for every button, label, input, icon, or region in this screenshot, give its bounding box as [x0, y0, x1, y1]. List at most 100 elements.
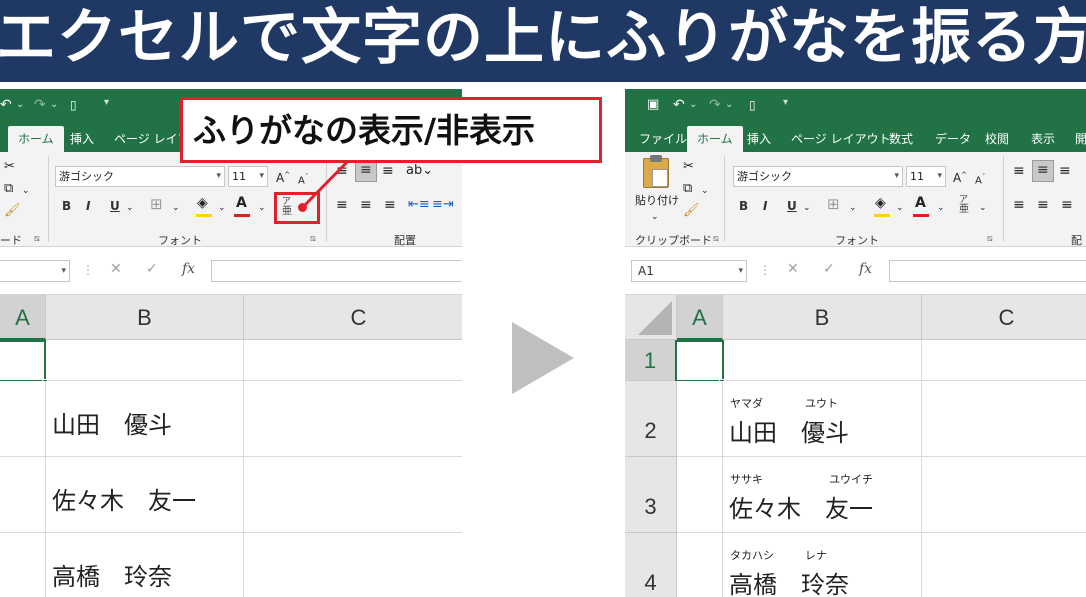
column-header-b[interactable]: B — [46, 295, 244, 340]
increase-indent-icon[interactable]: ≡⇥ — [432, 198, 454, 212]
cell-c3[interactable] — [244, 457, 462, 533]
phonetic-guide-icon[interactable]: ア 亜 — [959, 195, 969, 215]
font-color-icon[interactable]: A — [915, 196, 926, 210]
row-header-3[interactable]: 3 — [625, 457, 677, 533]
align-center-icon[interactable]: ≡ — [1037, 198, 1049, 212]
font-size-select[interactable]: 11 ▾ — [228, 166, 268, 187]
cancel-icon[interactable]: ✕ — [110, 261, 122, 277]
font-color-dropdown-icon[interactable]: ⌄ — [937, 201, 945, 215]
column-header-c[interactable]: C — [922, 295, 1086, 340]
paste-icon[interactable] — [643, 155, 669, 188]
align-bottom-icon[interactable]: ≡ — [1059, 164, 1071, 178]
align-left-icon[interactable]: ≡ — [1013, 198, 1025, 212]
align-top-icon[interactable]: ≡ — [1013, 164, 1025, 178]
border-dropdown-icon[interactable]: ⌄ — [172, 201, 180, 215]
customize-icon[interactable]: ▾ — [783, 97, 788, 108]
save-icon[interactable]: ▣ — [647, 97, 659, 113]
tab-data[interactable]: データ — [925, 128, 981, 152]
font-color-dropdown-icon[interactable]: ⌄ — [258, 201, 266, 215]
format-painter-icon[interactable]: 🖌 — [683, 204, 700, 218]
function-icon[interactable]: fx — [182, 261, 195, 277]
cut-icon[interactable]: ✂ — [4, 160, 15, 174]
underline-dropdown-icon[interactable]: ⌄ — [126, 201, 134, 215]
italic-icon[interactable]: I — [86, 199, 90, 213]
fill-dropdown-icon[interactable]: ⌄ — [896, 201, 904, 215]
underline-dropdown-icon[interactable]: ⌄ — [803, 201, 811, 215]
select-all-button[interactable] — [625, 295, 677, 340]
redo-icon[interactable]: ↷ — [709, 97, 721, 113]
cell-b4[interactable]: タカハシ レナ 高橋 玲奈 — [723, 533, 922, 597]
column-header-c[interactable]: C — [244, 295, 462, 340]
cell-a4[interactable] — [0, 533, 46, 597]
tab-view[interactable]: 表示 — [1021, 128, 1065, 152]
formula-bar[interactable] — [211, 260, 462, 282]
cell-b3[interactable]: 佐々木 友一 — [46, 457, 244, 533]
align-right-icon[interactable]: ≡ — [384, 198, 396, 212]
cell-c4[interactable] — [244, 533, 462, 597]
cell-b3[interactable]: ササキ ユウイチ 佐々木 友一 — [723, 457, 922, 533]
decrease-indent-icon[interactable]: ⇤≡ — [408, 198, 430, 212]
fill-color-icon[interactable]: ◈ — [875, 196, 886, 210]
copy-icon[interactable]: ⧉ — [683, 182, 692, 196]
name-box[interactable]: A1 ▾ — [631, 260, 747, 282]
undo-dropdown-icon[interactable]: ⌄ — [16, 99, 24, 110]
enter-icon[interactable]: ✓ — [823, 261, 835, 277]
cell-a3[interactable] — [0, 457, 46, 533]
enter-icon[interactable]: ✓ — [146, 261, 158, 277]
orientation-icon[interactable]: ab⌄ — [406, 164, 433, 178]
align-right-icon[interactable]: ≡ — [1061, 198, 1073, 212]
phonetic-dropdown-icon[interactable]: ⌄ — [979, 201, 987, 215]
cell-c3[interactable] — [922, 457, 1086, 533]
font-name-select[interactable]: 游ゴシック ▾ — [733, 166, 903, 187]
font-size-select[interactable]: 11 ▾ — [906, 166, 946, 187]
print-preview-icon[interactable]: ▯ — [70, 97, 77, 113]
paste-dropdown-icon[interactable]: ⌄ — [651, 210, 659, 224]
cell-b2[interactable]: 山田 優斗 — [46, 381, 244, 457]
paste-label[interactable]: 貼り付け — [635, 194, 679, 208]
cell-c2[interactable] — [244, 381, 462, 457]
tab-home[interactable]: ホーム — [8, 126, 64, 152]
undo-icon[interactable]: ↶ — [673, 97, 685, 113]
font-color-icon[interactable]: A — [236, 196, 247, 210]
name-box[interactable]: ▾ — [0, 260, 70, 282]
cell-c4[interactable] — [922, 533, 1086, 597]
column-header-a[interactable]: A — [677, 295, 723, 340]
cell-a2[interactable] — [677, 381, 723, 457]
cut-icon[interactable]: ✂ — [683, 160, 694, 174]
font-launcher-icon[interactable]: ⧅ — [987, 234, 993, 244]
column-header-a[interactable]: A — [0, 295, 46, 340]
align-middle-button[interactable]: ≡ — [1032, 160, 1054, 182]
copy-dropdown-icon[interactable]: ⌄ — [22, 184, 30, 198]
cell-b1[interactable] — [723, 340, 922, 381]
customize-icon[interactable]: ▾ — [104, 97, 109, 108]
cell-a3[interactable] — [677, 457, 723, 533]
bold-icon[interactable]: B — [739, 199, 748, 213]
cell-b4[interactable]: 高橋 玲奈 — [46, 533, 244, 597]
increase-font-icon[interactable]: A^ — [276, 168, 290, 185]
format-painter-icon[interactable]: 🖌 — [4, 204, 21, 218]
function-icon[interactable]: fx — [859, 261, 872, 277]
fill-dropdown-icon[interactable]: ⌄ — [218, 201, 226, 215]
undo-icon[interactable]: ↶ — [0, 97, 12, 113]
cancel-icon[interactable]: ✕ — [787, 261, 799, 277]
row-header-4[interactable]: 4 — [625, 533, 677, 597]
cell-a4[interactable] — [677, 533, 723, 597]
tab-formulas[interactable]: 数式 — [879, 128, 923, 152]
cell-a2[interactable] — [0, 381, 46, 457]
cell-b1[interactable] — [46, 340, 244, 381]
redo-dropdown-icon[interactable]: ⌄ — [50, 99, 58, 110]
row-header-1[interactable]: 1 — [625, 340, 677, 381]
cell-c1[interactable] — [244, 340, 462, 381]
align-center-icon[interactable]: ≡ — [360, 198, 372, 212]
redo-dropdown-icon[interactable]: ⌄ — [725, 99, 733, 110]
decrease-font-icon[interactable]: Aˇ — [975, 170, 985, 188]
formula-bar[interactable] — [889, 260, 1086, 282]
border-dropdown-icon[interactable]: ⌄ — [849, 201, 857, 215]
font-name-select[interactable]: 游ゴシック ▾ — [55, 166, 225, 187]
print-preview-icon[interactable]: ▯ — [749, 97, 756, 113]
underline-icon[interactable]: U — [110, 199, 120, 213]
clipboard-launcher-icon[interactable]: ⧅ — [713, 234, 719, 244]
tab-review[interactable]: 校閲 — [975, 128, 1019, 152]
increase-font-icon[interactable]: A^ — [953, 168, 967, 185]
bold-icon[interactable]: B — [62, 199, 71, 213]
